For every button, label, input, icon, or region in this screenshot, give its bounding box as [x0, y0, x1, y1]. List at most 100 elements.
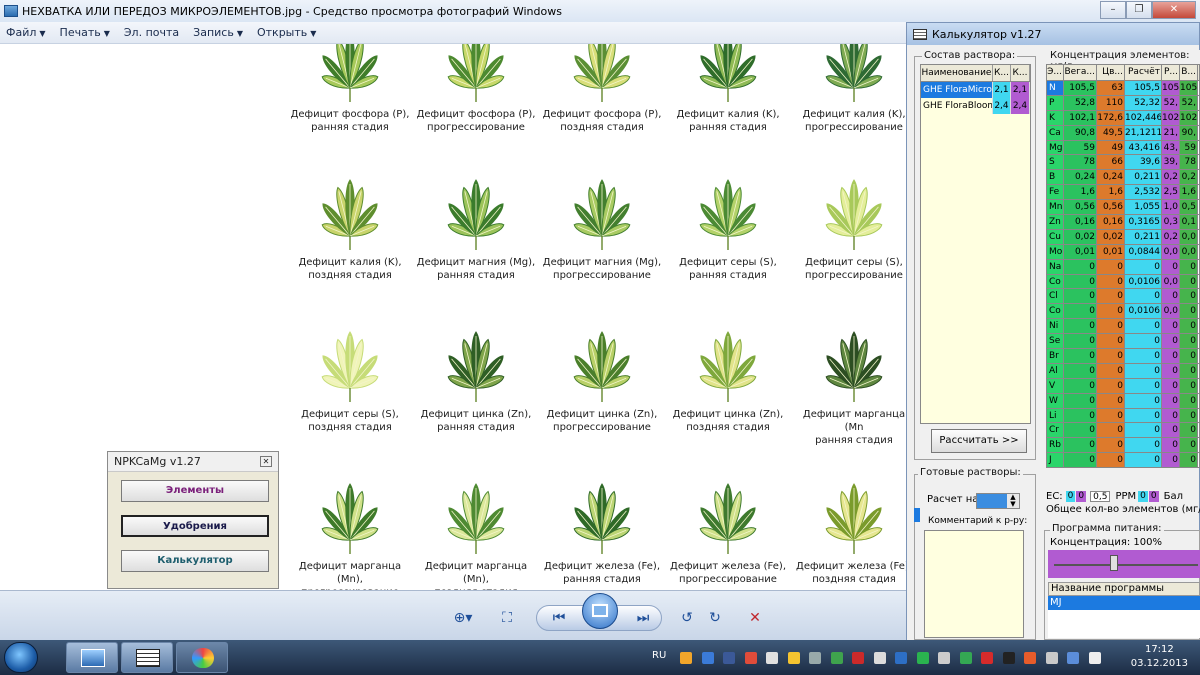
element-row[interactable]: Fe 1,6 1,6 2,532 2,5 1,6 — [1047, 185, 1199, 201]
menu-burn[interactable]: Запись ▼ — [193, 26, 243, 39]
rotate-left-icon[interactable]: ↺ — [674, 607, 700, 629]
solution-row[interactable]: GHE FloraMicro 2,1 2,1 — [921, 82, 1030, 98]
slider-thumb[interactable] — [1110, 555, 1118, 571]
concentration-slider[interactable] — [1048, 550, 1200, 578]
fertilizers-button[interactable]: Удобрения — [121, 515, 269, 537]
element-row[interactable]: Mn 0,56 0,56 1,055 1,0 0,5 — [1047, 200, 1199, 216]
element-row[interactable]: Zn 0,16 0,16 0,3165 0,3 0,1 — [1047, 215, 1199, 230]
tray-icon[interactable] — [1024, 652, 1036, 664]
tray-icon[interactable] — [981, 652, 993, 664]
tray-icon[interactable] — [787, 652, 800, 664]
taskbar-paint[interactable] — [176, 642, 228, 673]
element-row[interactable]: Mg 59 49 43,416 43, 59 — [1047, 140, 1199, 156]
elements-button[interactable]: Элементы — [121, 480, 269, 502]
menu-file[interactable]: Файл ▼ — [6, 26, 46, 39]
viewer-title-bar[interactable]: НЕХВАТКА ИЛИ ПЕРЕДОЗ МИКРОЭЛЕМЕНТОВ.jpg … — [0, 0, 1200, 22]
tray-icon[interactable] — [1067, 652, 1079, 664]
slideshow-button[interactable] — [582, 593, 618, 629]
calculator-button[interactable]: Калькулятор — [121, 550, 269, 572]
delete-icon[interactable]: ✕ — [742, 607, 768, 629]
calculate-button[interactable]: Рассчитать >> — [931, 429, 1027, 453]
r-value: 0 — [1162, 393, 1180, 408]
comment-textarea[interactable] — [924, 530, 1024, 638]
element-row[interactable]: Se 0 0 0 0 0 — [1047, 334, 1199, 350]
r-value: 1,0 — [1162, 200, 1180, 215]
b-value: 102 — [1180, 110, 1198, 125]
element-row[interactable]: Li 0 0 0 0 0 — [1047, 408, 1199, 424]
caption-line: поздняя стадия — [686, 422, 770, 433]
start-button[interactable] — [4, 642, 38, 673]
tray-icon[interactable] — [809, 652, 821, 664]
element-row[interactable]: P 52,8 110 52,32 52, 52, — [1047, 95, 1199, 111]
leaf-caption: Дефицит серы (S), прогрессирование — [792, 256, 906, 282]
element-row[interactable]: Cl 0 0 0 0 0 — [1047, 289, 1199, 305]
col-k2[interactable]: К... — [1011, 65, 1030, 81]
element-row[interactable]: Cu 0,02 0,02 0,211 0,2 0,0 — [1047, 229, 1199, 245]
element-row[interactable]: Co 0 0 0,0106 0,0 0 — [1047, 304, 1199, 320]
calc-value: 0 — [1125, 423, 1162, 438]
tray-icon[interactable] — [1088, 652, 1101, 664]
calc-for-spinner[interactable]: ▲ ▼ — [976, 493, 1020, 509]
tray-icon[interactable] — [744, 652, 757, 664]
tray-icon[interactable] — [895, 652, 907, 664]
program-item[interactable]: MJ — [1048, 596, 1200, 610]
tray-icon[interactable] — [873, 652, 886, 664]
element-row[interactable]: K 102,1 172,6 102,446 102 102 — [1047, 110, 1199, 126]
element-row[interactable]: Na 0 0 0 0 0 — [1047, 259, 1199, 275]
tray-icon[interactable] — [938, 652, 950, 664]
col-name[interactable]: Наименование — [921, 65, 993, 81]
tray-icon[interactable] — [680, 652, 692, 664]
tray-icon[interactable] — [916, 652, 929, 664]
element-row[interactable]: J00000 — [1047, 453, 1199, 467]
element-row[interactable]: Al 0 0 0 0 0 — [1047, 363, 1199, 379]
element-row[interactable]: S 78 66 39,6 39, 78 — [1047, 155, 1199, 171]
menu-email[interactable]: Эл. почта — [124, 26, 179, 39]
b-value: 0 — [1180, 289, 1198, 304]
next-icon[interactable]: ⏭ — [630, 607, 656, 629]
element-row[interactable]: B 0,24 0,24 0,211 0,2 0,2 — [1047, 170, 1199, 186]
col-k1[interactable]: К... — [993, 65, 1011, 81]
close-icon[interactable]: ✕ — [1152, 1, 1196, 19]
element-row[interactable]: Rb 0 0 0 0 0 — [1047, 438, 1199, 454]
tray-icon[interactable] — [723, 652, 735, 664]
language-indicator[interactable]: RU — [652, 650, 666, 661]
npk-title-bar[interactable]: NPKCaMg v1.27 ✕ — [108, 452, 278, 472]
element-row[interactable]: Ni 0 0 0 0 0 — [1047, 319, 1199, 335]
minimize-icon[interactable]: – — [1100, 1, 1126, 19]
element-row[interactable]: Mo 0,01 0,01 0,0844 0,0 0,0 — [1047, 244, 1199, 260]
element-row[interactable]: W00000 — [1047, 393, 1199, 409]
zoom-icon[interactable]: ⊕▾ — [450, 607, 476, 629]
caption-line: ранняя стадия — [437, 422, 515, 433]
solution-row[interactable]: GHE FloraBloom 2,4 2,4 — [921, 98, 1030, 114]
calc-value: 0,211 — [1125, 170, 1162, 185]
program-list-header[interactable]: Название программы питания — [1048, 582, 1200, 606]
spinner-arrows-icon[interactable]: ▲ ▼ — [1007, 494, 1019, 508]
element-row[interactable]: Co 0 0 0,0106 0,0 0 — [1047, 274, 1199, 290]
tray-icon[interactable] — [852, 652, 864, 664]
tray-icon[interactable] — [1045, 652, 1058, 664]
taskbar-calculator[interactable] — [121, 642, 173, 673]
tray-icon[interactable] — [830, 652, 843, 664]
tray-icon[interactable] — [701, 652, 714, 664]
calc-title-bar[interactable]: Калькулятор v1.27 — [907, 23, 1199, 45]
cannabis-leaf-icon — [573, 44, 631, 102]
clock[interactable]: 17:12 03.12.2013 — [1131, 643, 1188, 671]
element-row[interactable]: Br 0 0 0 0 0 — [1047, 349, 1199, 364]
menu-open[interactable]: Открыть ▼ — [257, 26, 316, 39]
fit-window-icon[interactable]: ⛶ — [494, 607, 520, 629]
element-row[interactable]: Cr 0 0 0 0 0 — [1047, 423, 1199, 439]
menu-print[interactable]: Печать ▼ — [60, 26, 110, 39]
element-symbol: Se — [1047, 334, 1064, 349]
previous-icon[interactable]: ⏮ — [546, 607, 572, 629]
ec-spinner[interactable]: 0,5 — [1090, 490, 1111, 502]
rotate-right-icon[interactable]: ↻ — [702, 607, 728, 629]
element-row[interactable]: N 105,5 63 105,5 105 105 — [1047, 81, 1199, 96]
tray-icon[interactable] — [766, 652, 778, 664]
close-icon[interactable]: ✕ — [260, 456, 272, 467]
taskbar-photo-viewer[interactable] — [66, 642, 118, 673]
restore-icon[interactable]: ❐ — [1126, 1, 1152, 19]
element-row[interactable]: V00000 — [1047, 378, 1199, 394]
element-row[interactable]: Ca 90,8 49,5 21,1211 21, 90, — [1047, 125, 1199, 141]
tray-icon[interactable] — [1002, 652, 1015, 664]
tray-icon[interactable] — [959, 652, 972, 664]
